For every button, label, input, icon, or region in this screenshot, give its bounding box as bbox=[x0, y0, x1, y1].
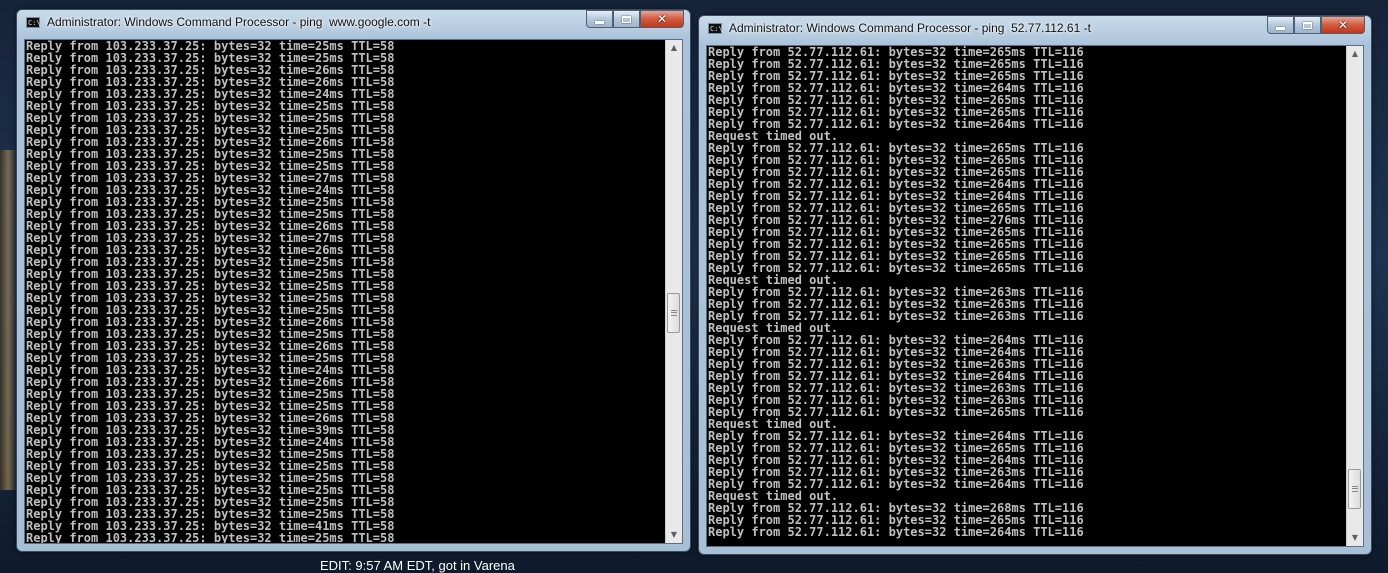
left-caption-buttons: ✕ bbox=[586, 10, 684, 28]
left-close-button[interactable]: ✕ bbox=[640, 10, 684, 28]
edit-note-text: EDIT: 9:57 AM EDT, got in Varena bbox=[320, 558, 515, 573]
maximize-icon bbox=[1303, 21, 1312, 29]
console-line: Reply from 52.77.112.61: bytes=32 time=2… bbox=[708, 525, 1084, 539]
right-console-lines: Reply from 52.77.112.61: bytes=32 time=2… bbox=[708, 46, 1345, 546]
left-window-title: Administrator: Windows Command Processor… bbox=[47, 15, 431, 29]
left-maximize-button[interactable] bbox=[613, 10, 640, 28]
cmd-icon[interactable]: C:\ bbox=[26, 16, 41, 28]
left-scroll-thumb[interactable] bbox=[667, 293, 680, 334]
right-console-output[interactable]: Reply from 52.77.112.61: bytes=32 time=2… bbox=[706, 45, 1364, 547]
close-icon: ✕ bbox=[1337, 18, 1349, 32]
left-console-output[interactable]: Reply from 103.233.37.25: bytes=32 time=… bbox=[24, 39, 683, 544]
minimize-icon bbox=[595, 20, 604, 24]
desktop-wallpaper bbox=[0, 150, 16, 490]
console-line: Reply from 103.233.37.25: bytes=32 time=… bbox=[26, 531, 395, 543]
maximize-icon bbox=[622, 15, 631, 23]
grip-icon bbox=[1352, 485, 1358, 492]
scroll-down-icon[interactable]: ▼ bbox=[666, 527, 682, 543]
left-console-window[interactable]: C:\ Administrator: Windows Command Proce… bbox=[16, 9, 691, 552]
left-console-lines: Reply from 103.233.37.25: bytes=32 time=… bbox=[26, 40, 664, 543]
scroll-up-icon[interactable]: ▲ bbox=[1347, 46, 1363, 62]
scroll-up-icon[interactable]: ▲ bbox=[666, 40, 682, 56]
right-caption-buttons: ✕ bbox=[1267, 16, 1365, 34]
right-vertical-scrollbar[interactable]: ▲ ▼ bbox=[1346, 46, 1363, 546]
close-icon: ✕ bbox=[656, 12, 668, 26]
cmd-icon[interactable]: C:\ bbox=[708, 22, 723, 34]
right-maximize-button[interactable] bbox=[1294, 16, 1321, 34]
left-vertical-scrollbar[interactable]: ▲ ▼ bbox=[665, 40, 682, 543]
left-minimize-button[interactable] bbox=[586, 10, 613, 28]
grip-icon bbox=[671, 310, 677, 317]
right-window-title: Administrator: Windows Command Processor… bbox=[729, 21, 1091, 35]
right-console-window[interactable]: C:\ Administrator: Windows Command Proce… bbox=[698, 15, 1372, 555]
minimize-icon bbox=[1276, 26, 1285, 30]
right-minimize-button[interactable] bbox=[1267, 16, 1294, 34]
scroll-down-icon[interactable]: ▼ bbox=[1347, 530, 1363, 546]
right-scroll-thumb[interactable] bbox=[1348, 468, 1361, 509]
right-close-button[interactable]: ✕ bbox=[1321, 16, 1365, 34]
